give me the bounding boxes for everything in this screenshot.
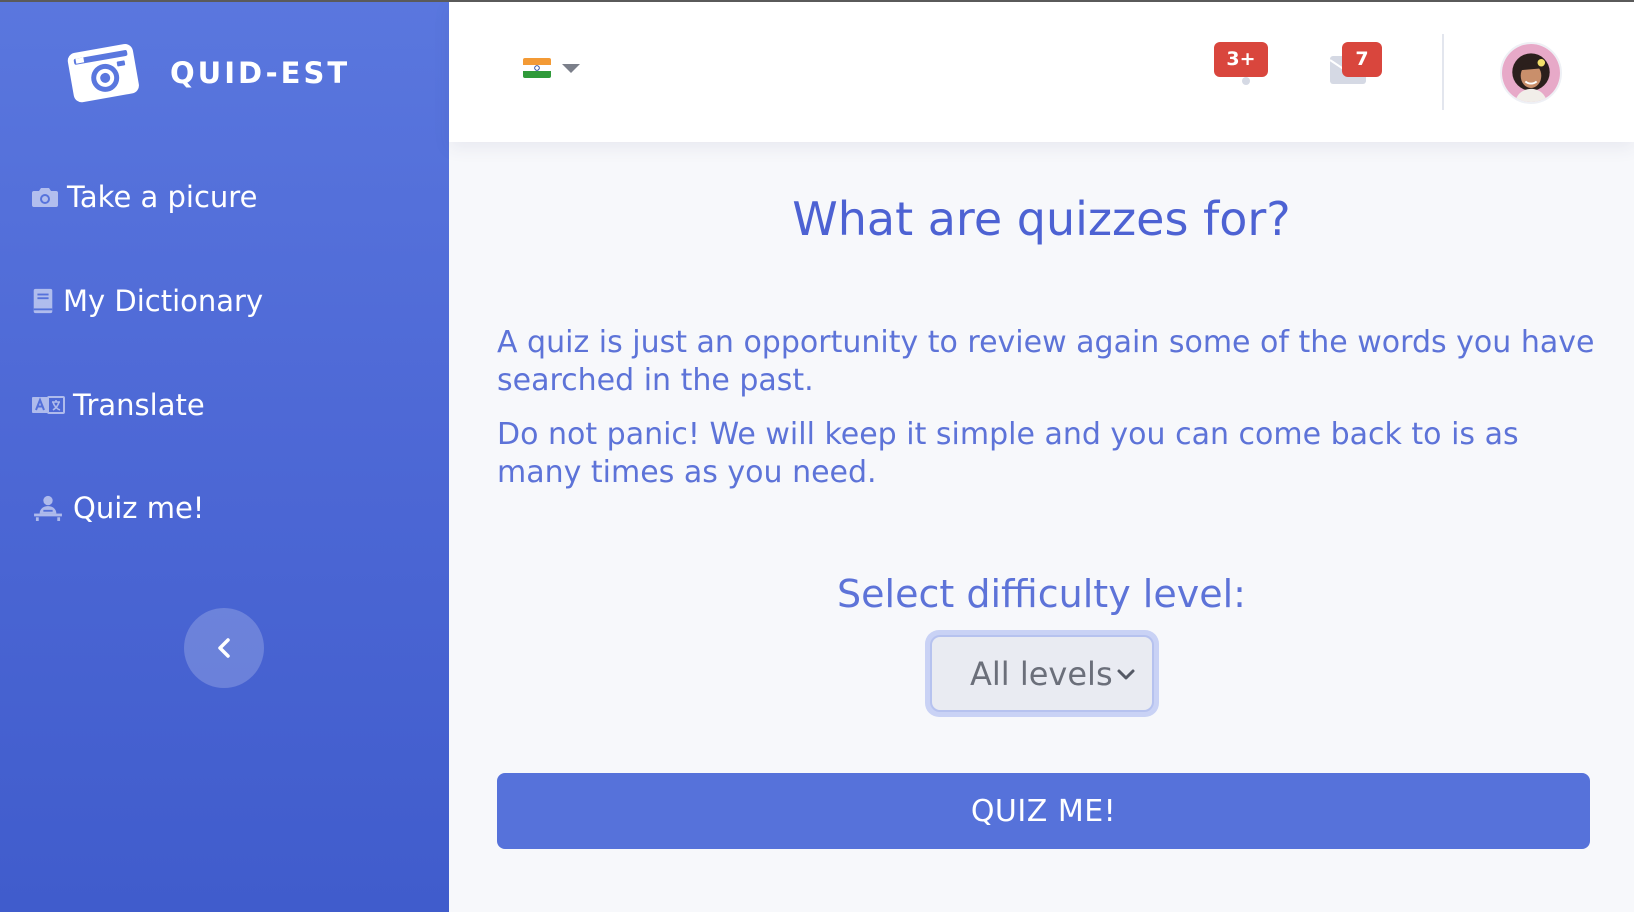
sidebar-collapse-button[interactable] <box>184 608 264 688</box>
brand-name: QUID-EST <box>170 56 351 90</box>
translate-icon <box>31 392 65 418</box>
quiz-me-button[interactable]: QUIZ ME! <box>497 773 1590 849</box>
sidebar-item-my-dictionary[interactable]: My Dictionary <box>31 284 263 318</box>
camera-logo-icon <box>67 44 139 103</box>
sidebar-item-quiz-me[interactable]: Quiz me! <box>31 491 204 525</box>
topbar: 3+ 7 <box>449 2 1634 142</box>
topbar-divider <box>1442 34 1444 110</box>
sidebar-item-label: Translate <box>73 388 205 422</box>
sidebar-item-translate[interactable]: Translate <box>31 388 205 422</box>
messages-badge: 7 <box>1342 42 1382 77</box>
reassurance-paragraph: Do not panic! We will keep it simple and… <box>497 417 1519 490</box>
difficulty-label: Select difficulty level: <box>837 572 1246 616</box>
camera-icon <box>31 184 59 210</box>
sidebar: QUID-EST Take a picure My Dictionary Tra… <box>0 0 449 912</box>
user-avatar[interactable] <box>1500 42 1562 104</box>
main-content: What are quizzes for? A quiz is just an … <box>449 142 1634 912</box>
sidebar-item-label: My Dictionary <box>63 284 264 318</box>
sidebar-item-label: Quiz me! <box>73 491 205 525</box>
language-selector[interactable] <box>523 58 580 78</box>
brand[interactable]: QUID-EST <box>64 34 347 108</box>
sidebar-item-take-picture[interactable]: Take a picure <box>31 180 257 214</box>
difficulty-select-box[interactable]: All levels <box>930 635 1154 712</box>
window-top-border <box>0 0 1634 2</box>
page-title: What are quizzes for? <box>792 192 1291 246</box>
intro-paragraph: A quiz is just an opportunity to review … <box>497 325 1595 398</box>
difficulty-select[interactable]: All levels <box>925 630 1159 717</box>
sidebar-item-label: Take a picure <box>67 180 258 214</box>
chevron-left-icon <box>218 638 230 658</box>
alerts-badge: 3+ <box>1214 42 1268 77</box>
india-flag-icon <box>523 58 551 78</box>
caret-down-icon <box>562 63 580 73</box>
difficulty-selected-value: All levels <box>970 654 1113 693</box>
chevron-down-icon <box>1117 669 1135 679</box>
teacher-icon <box>31 495 65 521</box>
book-icon <box>31 288 55 314</box>
